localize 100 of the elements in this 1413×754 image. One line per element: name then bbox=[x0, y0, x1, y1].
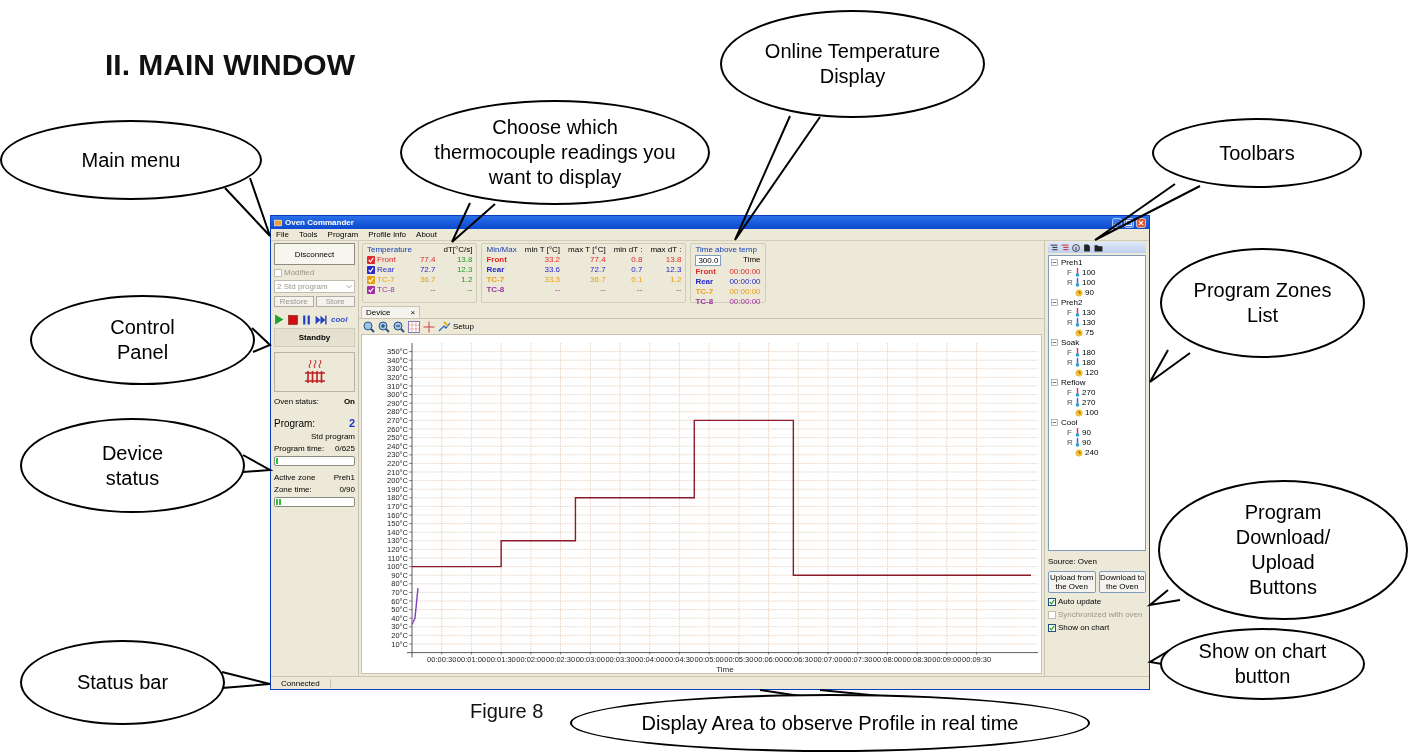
window-title: Oven Commander bbox=[285, 218, 354, 227]
temperature-value: 36.7 bbox=[419, 275, 436, 284]
list-icon[interactable] bbox=[1061, 243, 1069, 252]
page-heading: II. MAIN WINDOW bbox=[105, 48, 355, 82]
figure-caption: Figure 8 bbox=[470, 700, 544, 723]
zone-value[interactable]: 130 bbox=[1082, 318, 1096, 327]
collapse-icon[interactable] bbox=[1051, 379, 1058, 386]
program-time-label: Program time: bbox=[274, 444, 325, 453]
rate-value: 1.2 bbox=[460, 275, 473, 284]
table-cell: 00:00:00 bbox=[729, 297, 761, 306]
disconnect-button[interactable]: Disconnect bbox=[274, 243, 355, 265]
zone-value[interactable]: 90 bbox=[1082, 438, 1091, 447]
maximize-icon[interactable] bbox=[1124, 217, 1134, 228]
callout: Device status bbox=[20, 418, 245, 513]
channel-label: TC-8 bbox=[377, 285, 395, 294]
menu-item[interactable]: File bbox=[276, 230, 289, 239]
collapse-icon[interactable] bbox=[1051, 339, 1058, 346]
document-icon[interactable] bbox=[1083, 243, 1091, 252]
list-icon[interactable] bbox=[1050, 243, 1058, 252]
callout: Program Zones List bbox=[1160, 248, 1365, 358]
channel-label: Front bbox=[486, 255, 508, 264]
checkbox[interactable] bbox=[1048, 597, 1056, 606]
crosshair-icon[interactable] bbox=[423, 320, 435, 333]
callout: Main menu bbox=[0, 120, 262, 200]
download-button[interactable]: Download to the Oven bbox=[1098, 571, 1146, 594]
skip-icon[interactable] bbox=[315, 314, 327, 325]
channel-label: TC-8 bbox=[486, 285, 506, 294]
sensor-letter: F bbox=[1067, 388, 1073, 397]
menu-item[interactable]: Tools bbox=[298, 230, 318, 239]
upload-button[interactable]: Upload from the Oven bbox=[1048, 571, 1096, 594]
leader-line bbox=[224, 177, 271, 237]
zone-value[interactable]: 75 bbox=[1085, 328, 1094, 337]
leader-line bbox=[1146, 589, 1181, 607]
table-cell-text: 77.4 bbox=[589, 255, 606, 264]
pause-icon[interactable] bbox=[302, 314, 311, 325]
stop-icon[interactable] bbox=[288, 314, 298, 325]
zone-name[interactable]: Preh1 bbox=[1061, 258, 1083, 267]
threshold-field[interactable]: 300.0 bbox=[695, 255, 722, 266]
zone-value[interactable]: 180 bbox=[1082, 358, 1096, 367]
program-name: Std program bbox=[309, 432, 355, 441]
zone-value[interactable]: 130 bbox=[1082, 308, 1096, 317]
collapse-icon[interactable] bbox=[1051, 299, 1058, 306]
checkbox-label: Show on chart bbox=[1058, 623, 1110, 633]
info-icon[interactable] bbox=[1072, 243, 1080, 252]
table-cell-text: -- bbox=[599, 285, 606, 294]
zone-value[interactable]: 180 bbox=[1082, 348, 1096, 357]
cool-button[interactable]: cool bbox=[331, 315, 348, 324]
minimize-icon[interactable] bbox=[1112, 217, 1122, 228]
collapse-icon[interactable] bbox=[1051, 259, 1058, 266]
zone-name[interactable]: Cool bbox=[1061, 418, 1078, 427]
app-icon bbox=[274, 218, 282, 227]
zone-value[interactable]: 270 bbox=[1082, 388, 1096, 397]
folder-icon[interactable] bbox=[1094, 243, 1103, 252]
zone-name[interactable]: Soak bbox=[1061, 338, 1080, 347]
setup-button[interactable]: Setup bbox=[438, 321, 474, 332]
zone-value[interactable]: 100 bbox=[1082, 268, 1096, 277]
zone-value[interactable]: 90 bbox=[1082, 428, 1091, 437]
table-cell-text: -- bbox=[636, 285, 643, 294]
zone-value[interactable]: 90 bbox=[1085, 288, 1094, 297]
sensor-letter: R bbox=[1067, 318, 1073, 327]
zone-value[interactable]: 120 bbox=[1085, 368, 1099, 377]
device-tab[interactable]: Device × bbox=[361, 306, 421, 318]
clock-icon bbox=[1075, 328, 1083, 337]
zoom-in-icon[interactable] bbox=[378, 320, 390, 333]
menu-item[interactable]: Profile info bbox=[368, 230, 407, 239]
x-axis-title: Time bbox=[716, 664, 734, 673]
callout: Program Download/ Upload Buttons bbox=[1158, 480, 1408, 620]
menu-item[interactable]: About bbox=[416, 230, 437, 239]
status-value: On bbox=[343, 397, 355, 406]
group-title: Min/Max bbox=[486, 245, 517, 254]
table-cell-text: -- bbox=[553, 285, 561, 294]
collapse-icon[interactable] bbox=[1051, 419, 1058, 426]
column-header: max T [°C] bbox=[568, 245, 606, 254]
program-time: 0/625 bbox=[334, 444, 355, 453]
zone-value[interactable]: 270 bbox=[1082, 398, 1096, 407]
zone-name[interactable]: Preh2 bbox=[1061, 298, 1083, 307]
sensor-letter: F bbox=[1067, 348, 1073, 357]
zone-value[interactable]: 100 bbox=[1085, 408, 1099, 417]
zoom-out-icon[interactable] bbox=[393, 320, 405, 333]
table-cell-text: 72.7 bbox=[589, 265, 606, 274]
group-title: Time above temp bbox=[695, 245, 758, 254]
zoom-icon[interactable] bbox=[363, 320, 375, 333]
column-header: max dT : bbox=[650, 245, 682, 254]
grid-icon[interactable] bbox=[408, 320, 420, 333]
source-label: Source: Oven bbox=[1048, 557, 1098, 566]
play-icon[interactable] bbox=[274, 314, 284, 325]
close-icon[interactable] bbox=[1136, 217, 1146, 228]
callout: Choose which thermocouple readings you want to display bbox=[400, 100, 710, 205]
menu-item[interactable]: Program bbox=[327, 230, 359, 239]
checkbox[interactable] bbox=[1048, 623, 1056, 632]
zone-value[interactable]: 240 bbox=[1085, 448, 1099, 457]
table-cell-text: 12.3 bbox=[664, 265, 682, 274]
tab-close[interactable]: × bbox=[410, 308, 416, 317]
callout: Status bar bbox=[20, 640, 225, 725]
channel-label: Front bbox=[695, 267, 717, 276]
leader-line bbox=[221, 671, 271, 689]
table-cell-text: 33.2 bbox=[543, 255, 561, 264]
table-cell: 00:00:00 bbox=[729, 277, 761, 286]
zone-name[interactable]: Reflow bbox=[1061, 378, 1086, 387]
zone-value[interactable]: 100 bbox=[1082, 278, 1096, 287]
